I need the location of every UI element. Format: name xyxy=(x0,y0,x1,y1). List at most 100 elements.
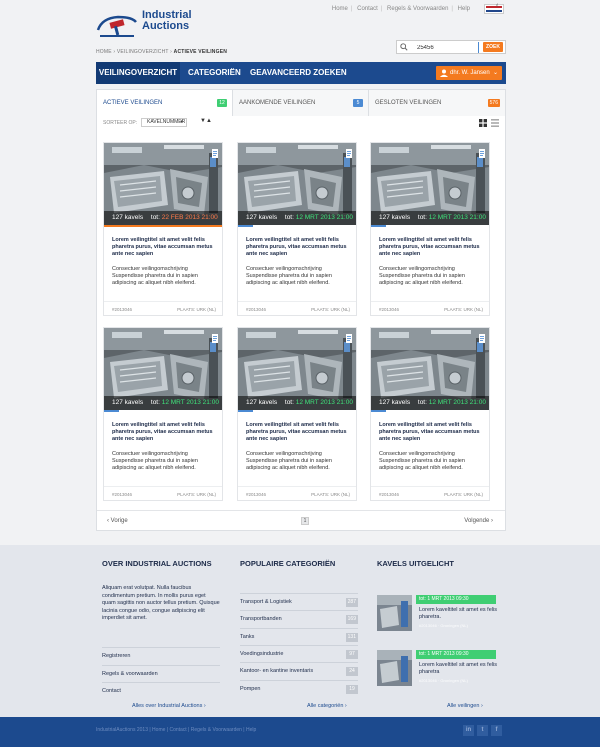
auction-meta: 127 kavels tot: 12 MRT 2013 21:00 xyxy=(238,211,356,225)
breadcrumb-current: ACTIEVE VEILINGEN xyxy=(173,49,228,55)
lot-number: #2013046 xyxy=(246,492,267,497)
twitter-icon[interactable]: t xyxy=(477,725,488,736)
end-label: tot: xyxy=(417,214,429,221)
footer-featured-more-link[interactable]: Alle veilingen › xyxy=(447,703,483,709)
auction-title[interactable]: Lorem veilingtitel sit amet velit felis … xyxy=(246,422,352,444)
end-label: tot: xyxy=(417,399,429,406)
featured-lot[interactable]: tot: 1 MRT 2013 09:30 Lorem kaveltitel s… xyxy=(377,650,497,690)
document-icon xyxy=(346,334,352,343)
topnav-home[interactable]: Home xyxy=(332,6,348,12)
category-item[interactable]: Voedingsindustrie 97 xyxy=(240,644,358,662)
featured-date: tot: 1 MRT 2013 09:30 xyxy=(416,595,496,604)
lot-count: 127 kavels xyxy=(246,399,278,406)
footer-categories-more-link[interactable]: Alle categoriën › xyxy=(307,703,347,709)
grid-view-icon[interactable] xyxy=(479,119,487,127)
end-date: 12 MRT 2013 21:00 xyxy=(428,399,486,406)
category-count: 24 xyxy=(346,667,358,677)
featured-meta: #2013046 · Groningen (NL) xyxy=(419,623,468,628)
categories-more-label: Alle categoriën xyxy=(307,703,344,709)
auction-title[interactable]: Lorem veilingtitel sit amet velit felis … xyxy=(379,237,485,259)
category-label: Transportbanden xyxy=(240,616,282,623)
auction-meta: 127 kavels tot: 12 MRT 2013 21:00 xyxy=(371,396,489,410)
nav-geavanceerd-zoeken[interactable]: GEAVANCEERD ZOEKEN xyxy=(250,62,347,84)
featured-title[interactable]: Lorem kaveltitel sit amet es felis phare… xyxy=(419,662,497,676)
category-item[interactable]: Transport & Logistiek 287 xyxy=(240,593,358,610)
auction-title[interactable]: Lorem veilingtitel sit amet velit felis … xyxy=(246,237,352,259)
auction-title[interactable]: Lorem veilingtitel sit amet velit felis … xyxy=(112,237,218,259)
tab-aankomende-veilingen[interactable]: AANKOMENDE VEILINGEN 5 xyxy=(233,90,369,116)
lot-count: 127 kavels xyxy=(379,399,411,406)
featured-image[interactable] xyxy=(377,595,412,631)
auction-card[interactable]: 127 kavels tot: 12 MRT 2013 21:00 Lorem … xyxy=(237,327,357,501)
footer-links: Registreren Regels & voorwaarden Contact xyxy=(102,647,220,700)
footer-link-regels[interactable]: Regels & voorwaarden xyxy=(102,664,220,683)
tab-count-badge: 5 xyxy=(353,99,363,107)
prev-page-button[interactable]: ‹ Vorige xyxy=(107,511,128,531)
auction-card[interactable]: 127 kavels tot: 22 FEB 2013 21:00 Lorem … xyxy=(103,142,223,316)
lot-count: 127 kavels xyxy=(246,214,278,221)
featured-title[interactable]: Lorem kaveltitel sit amet es felis phare… xyxy=(419,607,497,621)
facebook-icon[interactable]: f xyxy=(491,725,502,736)
topnav-contact[interactable]: Contact xyxy=(357,6,378,12)
auction-title[interactable]: Lorem veilingtitel sit amet velit felis … xyxy=(379,422,485,444)
breadcrumb-home[interactable]: HOME xyxy=(96,49,112,55)
featured-date: tot: 1 MRT 2013 09:30 xyxy=(416,650,496,659)
brand-name: Industrial Auctions xyxy=(142,10,192,32)
auction-title[interactable]: Lorem veilingtitel sit amet velit felis … xyxy=(112,422,218,444)
end-date: 12 MRT 2013 21:00 xyxy=(295,214,353,221)
sort-direction-toggle[interactable]: ▼▲ xyxy=(200,118,212,124)
next-page-button[interactable]: Volgende › xyxy=(464,511,493,531)
user-menu-button[interactable]: dhr. W. Jansen ⌄ xyxy=(436,66,502,80)
auction-card[interactable]: 127 kavels tot: 12 MRT 2013 21:00 Lorem … xyxy=(237,142,357,316)
featured-image[interactable] xyxy=(377,650,412,686)
search-button[interactable]: ZOEK xyxy=(483,42,503,52)
category-item[interactable]: Kantoor- en kantine inventaris 24 xyxy=(240,662,358,679)
breadcrumb-overview[interactable]: VEILINGOVERZICHT xyxy=(117,49,169,55)
footer-about-more-link[interactable]: Alles over Industrial Auctions › xyxy=(132,703,206,709)
search-input[interactable] xyxy=(417,42,479,53)
page-number[interactable]: 1 xyxy=(301,517,309,525)
end-date: 22 FEB 2013 21:00 xyxy=(161,214,218,221)
tab-label: GESLOTEN VEILINGEN xyxy=(375,100,442,106)
bottom-bar: IndustrialAuctions 2013 | Home | Contact… xyxy=(0,717,600,747)
lot-count: 127 kavels xyxy=(379,214,411,221)
auction-card[interactable]: 127 kavels tot: 12 MRT 2013 21:00 Lorem … xyxy=(103,327,223,501)
footer-link-registreren[interactable]: Registreren xyxy=(102,647,220,665)
chevron-down-icon: ▾ xyxy=(180,119,183,125)
about-more-label: Alles over Industrial Auctions xyxy=(132,703,203,709)
category-item[interactable]: Pompen 19 xyxy=(240,679,358,697)
sort-select[interactable]: KAVELNUMMER ▾ xyxy=(141,118,187,127)
category-item[interactable]: Tanks 131 xyxy=(240,627,358,645)
status-bar xyxy=(371,225,386,227)
auction-footer: #2013046 PLAATS: URK (NL) xyxy=(238,301,356,316)
status-bar xyxy=(104,225,222,227)
language-chevron-icon[interactable]: ‹ xyxy=(496,2,498,9)
footer-featured: KAVELS UITGELICHT tot: 1 MRT 2013 09:30 … xyxy=(377,559,497,709)
brand-line-2: Auctions xyxy=(142,20,190,32)
topnav-regels[interactable]: Regels & Voorwaarden xyxy=(387,6,448,12)
status-bar xyxy=(238,410,253,412)
footer-link-contact[interactable]: Contact xyxy=(102,682,220,700)
auction-location: PLAATS: URK (NL) xyxy=(311,492,350,497)
auction-meta: 127 kavels tot: 12 MRT 2013 21:00 xyxy=(104,396,222,410)
nav-categorien[interactable]: CATEGORIËN xyxy=(188,62,241,84)
auction-card[interactable]: 127 kavels tot: 12 MRT 2013 21:00 Lorem … xyxy=(370,327,490,501)
category-count: 287 xyxy=(345,598,358,607)
nav-veilingoverzicht[interactable]: VEILINGOVERZICHT xyxy=(96,62,180,84)
status-bar xyxy=(371,410,386,412)
end-date: 12 MRT 2013 21:00 xyxy=(161,399,219,406)
end-label: tot: xyxy=(284,399,296,406)
auction-card[interactable]: 127 kavels tot: 12 MRT 2013 21:00 Lorem … xyxy=(370,142,490,316)
topnav-help[interactable]: Help xyxy=(458,6,470,12)
tab-actieve-veilingen[interactable]: ACTIEVE VEILINGEN 12 xyxy=(97,90,233,116)
featured-lot[interactable]: tot: 1 MRT 2013 09:30 Lorem kaveltitel s… xyxy=(377,595,497,635)
logo[interactable]: Industrial Auctions xyxy=(96,10,196,38)
category-item[interactable]: Transportbanden 169 xyxy=(240,610,358,627)
auction-location: PLAATS: URK (NL) xyxy=(177,307,216,312)
dutch-flag-icon[interactable] xyxy=(484,4,504,14)
list-view-icon[interactable] xyxy=(491,119,499,127)
lot-number: #2013046 xyxy=(246,307,267,312)
linkedin-icon[interactable]: in xyxy=(463,725,474,736)
tab-gesloten-veilingen[interactable]: GESLOTEN VEILINGEN 576 xyxy=(369,90,505,116)
end-label: tot: xyxy=(284,214,296,221)
